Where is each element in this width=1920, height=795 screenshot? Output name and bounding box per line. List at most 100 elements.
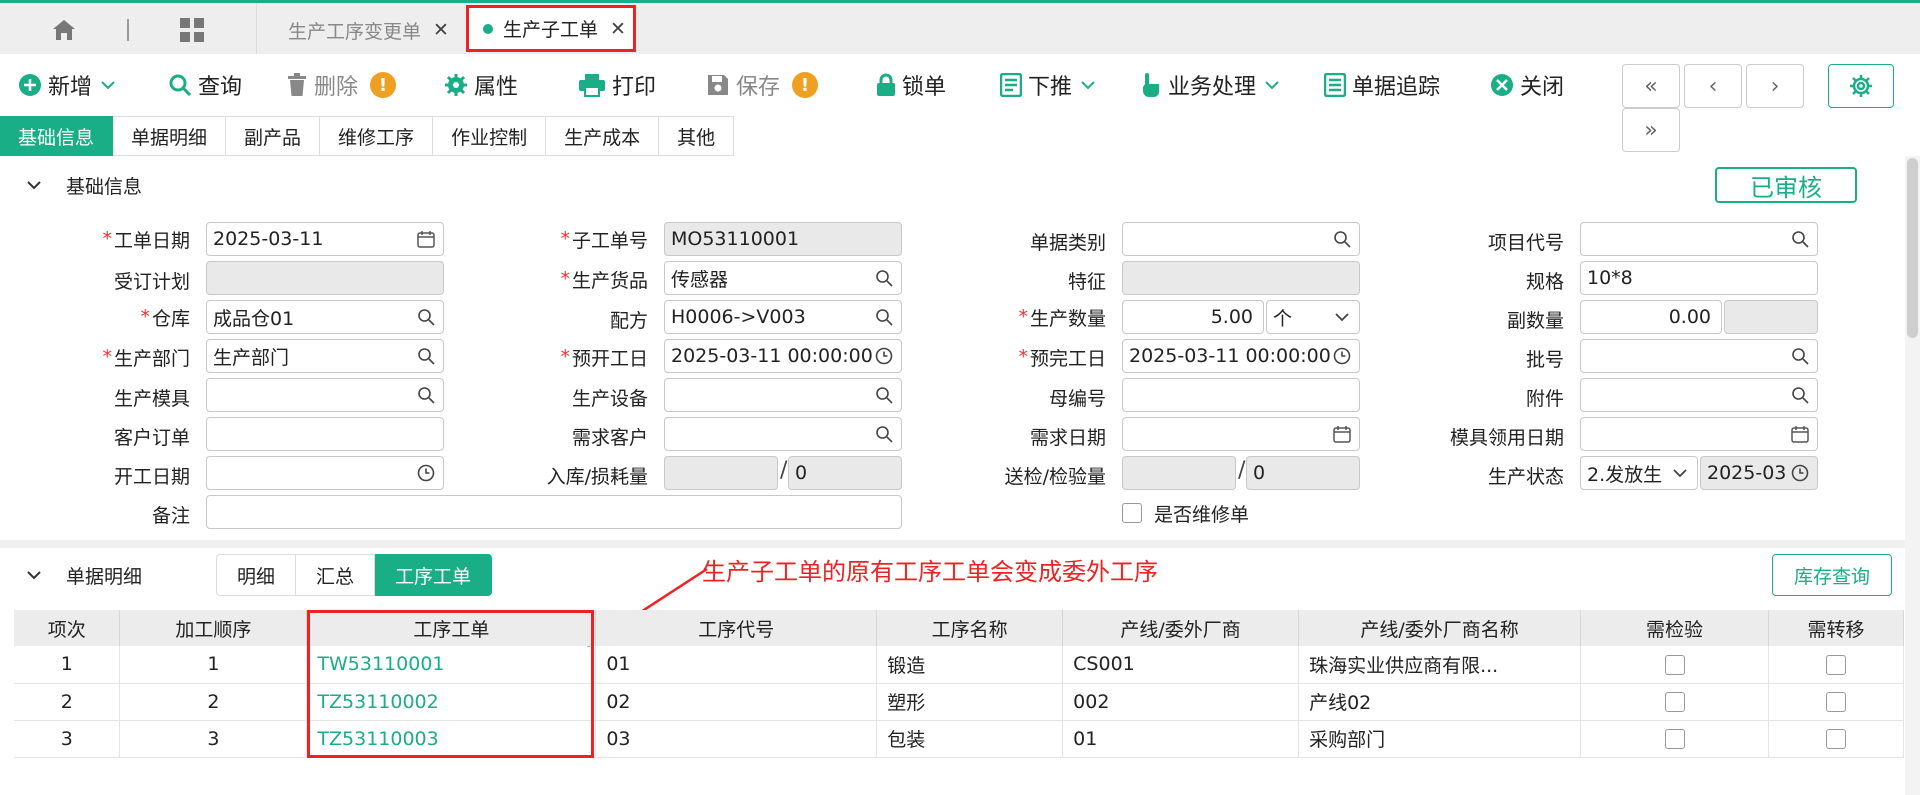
close-icon[interactable]: ✕ [610, 18, 626, 40]
batch-field[interactable] [1580, 339, 1818, 373]
chevron-down-icon[interactable] [26, 180, 42, 190]
clock-icon[interactable] [1331, 345, 1353, 367]
need-inspect-checkbox[interactable] [1664, 729, 1685, 749]
save-button[interactable]: 保存 ! [706, 68, 819, 102]
tab-detail[interactable]: 明细 [216, 554, 297, 596]
search-icon[interactable] [873, 306, 895, 328]
column-header[interactable]: 工序名称 [876, 610, 1064, 646]
need-transfer-checkbox[interactable] [1825, 692, 1846, 712]
tab-operation-control[interactable]: 作业控制 [433, 116, 547, 156]
chevron-down-icon[interactable] [1080, 80, 1096, 90]
spec-field[interactable]: 10*8 [1580, 261, 1818, 295]
home-icon[interactable] [46, 13, 82, 47]
search-icon[interactable] [415, 384, 437, 406]
work-order-link[interactable]: TW53110001 [306, 646, 597, 684]
calendar-icon[interactable] [1331, 423, 1353, 445]
column-header[interactable]: 加工顺序 [119, 610, 308, 646]
attachment-field[interactable] [1580, 378, 1818, 412]
clock-icon[interactable] [415, 462, 437, 484]
delete-button[interactable]: 删除 ! [286, 68, 397, 102]
parent-no-field[interactable] [1122, 378, 1360, 412]
start-date-field[interactable] [206, 456, 444, 490]
properties-button[interactable]: 属性 [444, 68, 518, 102]
table-row[interactable]: 2 2 TZ53110002 02 塑形 002 产线02 [14, 683, 1905, 721]
search-icon[interactable] [1331, 228, 1353, 250]
last-record-button[interactable]: » [1622, 108, 1680, 152]
sub-qty-field[interactable]: 0.00 [1580, 300, 1722, 334]
search-icon[interactable] [415, 345, 437, 367]
goods-field[interactable]: 传感器 [664, 261, 902, 295]
chevron-down-icon[interactable] [26, 570, 42, 580]
tab-process-change-order[interactable]: 生产工序变更单 ✕ [268, 3, 468, 57]
order-date-field[interactable]: 2025-03-11 [206, 222, 444, 256]
need-transfer-checkbox[interactable] [1825, 654, 1846, 675]
tab-sub-work-order[interactable]: 生产子工单 ✕ [466, 5, 636, 52]
need-inspect-checkbox[interactable] [1664, 654, 1685, 675]
close-icon[interactable]: ✕ [433, 19, 449, 41]
settings-button[interactable] [1828, 64, 1894, 108]
table-row[interactable]: 3 3 TZ53110003 03 包装 01 采购部门 [14, 720, 1905, 758]
tab-summary[interactable]: 汇总 [296, 554, 376, 596]
mold-field[interactable] [206, 378, 444, 412]
tab-by-product[interactable]: 副产品 [226, 116, 321, 156]
close-button[interactable]: 关闭 [1490, 68, 1564, 102]
column-header[interactable]: 工序工单 [306, 610, 597, 646]
tab-production-cost[interactable]: 生产成本 [546, 116, 660, 156]
add-button[interactable]: 新增 [18, 68, 116, 102]
calendar-icon[interactable] [1789, 423, 1811, 445]
work-order-link[interactable]: TZ53110003 [306, 720, 597, 758]
column-header[interactable]: 项次 [14, 610, 121, 646]
previous-record-button[interactable]: ‹ [1684, 64, 1742, 108]
plan-end-field[interactable]: 2025-03-11 00:00:00 [1122, 339, 1360, 373]
push-down-button[interactable]: 下推 [1000, 68, 1096, 102]
chevron-down-icon[interactable] [1264, 80, 1280, 90]
tab-process-work-order[interactable]: 工序工单 [375, 554, 493, 596]
column-header[interactable]: 工序代号 [595, 610, 878, 646]
dept-field[interactable]: 生产部门 [206, 339, 444, 373]
qty-field[interactable]: 5.00 [1122, 300, 1264, 334]
column-header[interactable]: 产线/委外厂商名称 [1298, 610, 1582, 646]
calendar-icon[interactable] [415, 228, 437, 250]
need-inspect-checkbox[interactable] [1664, 692, 1685, 712]
search-icon[interactable] [1789, 384, 1811, 406]
demand-date-field[interactable] [1122, 417, 1360, 451]
search-icon[interactable] [873, 267, 895, 289]
next-record-button[interactable]: › [1746, 64, 1804, 108]
mold-date-field[interactable] [1580, 417, 1818, 451]
doc-type-field[interactable] [1122, 222, 1360, 256]
project-code-field[interactable] [1580, 222, 1818, 256]
equipment-field[interactable] [664, 378, 902, 412]
tab-document-detail[interactable]: 单据明细 [113, 116, 227, 156]
unit-select[interactable]: 个 [1266, 300, 1360, 334]
search-icon[interactable] [1789, 228, 1811, 250]
need-transfer-checkbox[interactable] [1825, 729, 1846, 749]
print-button[interactable]: 打印 [578, 68, 656, 102]
work-order-link[interactable]: TZ53110002 [306, 683, 597, 721]
remark-field[interactable] [206, 495, 902, 529]
search-icon[interactable] [415, 306, 437, 328]
prod-status-select[interactable]: 2.发放生 [1580, 456, 1698, 490]
grid-menu-icon[interactable] [174, 13, 210, 47]
tab-repair-process[interactable]: 维修工序 [320, 116, 434, 156]
warehouse-field[interactable]: 成品仓01 [206, 300, 444, 334]
lock-button[interactable]: 锁单 [876, 68, 946, 102]
first-record-button[interactable]: « [1622, 64, 1680, 108]
tab-basic-info[interactable]: 基础信息 [0, 116, 114, 156]
search-icon[interactable] [1789, 345, 1811, 367]
stock-query-button[interactable]: 库存查询 [1772, 554, 1892, 596]
formula-field[interactable]: H0006->V003 [664, 300, 902, 334]
scrollbar-thumb[interactable] [1907, 158, 1918, 338]
demand-customer-field[interactable] [664, 417, 902, 451]
query-button[interactable]: 查询 [168, 68, 242, 102]
search-icon[interactable] [873, 384, 895, 406]
business-process-button[interactable]: 业务处理 [1140, 68, 1280, 102]
search-icon[interactable] [873, 423, 895, 445]
column-header[interactable]: 需检验 [1580, 610, 1769, 646]
column-header[interactable]: 需转移 [1768, 610, 1905, 646]
document-trace-button[interactable]: 单据追踪 [1324, 68, 1440, 102]
basic-info-header[interactable]: 基础信息 [0, 164, 1905, 206]
clock-icon[interactable] [873, 345, 895, 367]
chevron-down-icon[interactable] [100, 80, 116, 90]
table-row[interactable]: 1 1 TW53110001 01 锻造 CS001 珠海实业供应商有限... [14, 646, 1905, 684]
plan-start-field[interactable]: 2025-03-11 00:00:00 [664, 339, 902, 373]
